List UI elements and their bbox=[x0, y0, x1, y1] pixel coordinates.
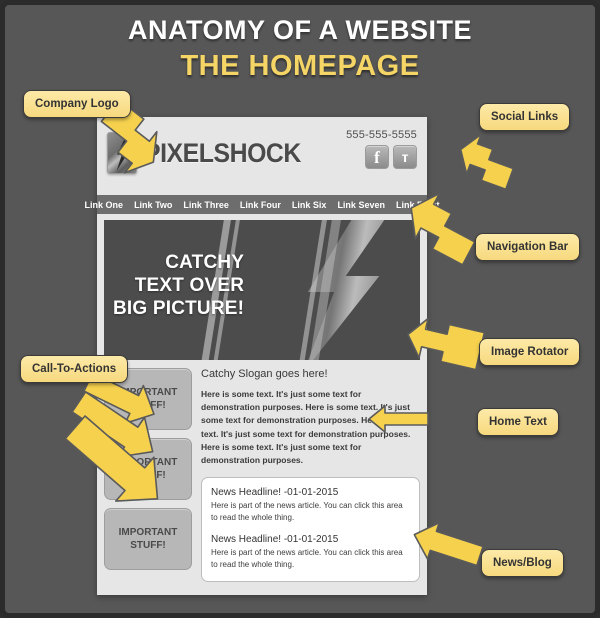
social-links-row: f т bbox=[346, 145, 417, 169]
arrow-navigation-bar bbox=[405, 192, 481, 266]
infographic-title: ANATOMY OF A WEBSITE THE HOMEPAGE bbox=[5, 15, 595, 84]
navigation-bar: Link One Link Two Link Three Link Four L… bbox=[85, 195, 439, 214]
callout-social-links[interactable]: Social Links bbox=[479, 103, 571, 131]
main-content-column: Catchy Slogan goes here! Here is some te… bbox=[201, 368, 420, 583]
callout-call-to-actions[interactable]: Call-To-Actions bbox=[20, 355, 129, 383]
hero-headline-line-1: CATCHY bbox=[165, 252, 245, 273]
facebook-icon[interactable]: f bbox=[365, 145, 389, 169]
phone-number: 555-555-5555 bbox=[346, 129, 417, 141]
image-rotator[interactable]: CATCHY TEXT OVER BIG PICTURE! bbox=[104, 220, 420, 360]
callout-news-blog[interactable]: News/Blog bbox=[481, 549, 564, 577]
news-excerpt: Here is part of the news article. You ca… bbox=[211, 548, 403, 570]
title-line-secondary: THE HOMEPAGE bbox=[180, 50, 420, 83]
callout-home-text[interactable]: Home Text bbox=[477, 408, 559, 436]
arrow-news-blog bbox=[395, 519, 485, 569]
hero-headline: CATCHY TEXT OVER BIG PICTURE! bbox=[113, 251, 244, 321]
arrow-home-text bbox=[351, 403, 431, 435]
nav-link-one[interactable]: Link One bbox=[85, 200, 124, 210]
news-blog-box: News Headline! -01-01-2015 Here is part … bbox=[201, 477, 420, 583]
hero-headline-line-2: TEXT OVER bbox=[134, 275, 245, 297]
logo-wordmark: PIXELSHOCK bbox=[144, 137, 301, 168]
news-item[interactable]: News Headline! -01-01-2015 Here is part … bbox=[211, 487, 410, 524]
twitter-icon[interactable]: т bbox=[393, 145, 417, 169]
callout-navigation-bar[interactable]: Navigation Bar bbox=[475, 233, 581, 261]
infographic-canvas: ANATOMY OF A WEBSITE THE HOMEPAGE PIXELS… bbox=[0, 0, 600, 618]
nav-link-six[interactable]: Link Six bbox=[292, 200, 327, 210]
nav-link-two[interactable]: Link Two bbox=[134, 200, 172, 210]
arrow-company-logo bbox=[93, 98, 163, 174]
arrow-social-links bbox=[457, 133, 517, 191]
arrow-image-rotator bbox=[405, 317, 486, 371]
callout-company-logo[interactable]: Company Logo bbox=[23, 90, 131, 118]
cta-box-3-label: IMPORTANT STUFF! bbox=[118, 527, 178, 551]
news-headline: News Headline! -01-01-2015 bbox=[211, 534, 339, 546]
catchy-slogan: Catchy Slogan goes here! bbox=[201, 368, 328, 380]
callout-image-rotator[interactable]: Image Rotator bbox=[479, 338, 581, 366]
arrow-cta-3 bbox=[57, 415, 187, 525]
nav-link-seven[interactable]: Link Seven bbox=[337, 200, 385, 210]
nav-link-four[interactable]: Link Four bbox=[240, 200, 281, 210]
title-line-primary: ANATOMY OF A WEBSITE bbox=[127, 15, 472, 45]
news-headline: News Headline! -01-01-2015 bbox=[211, 487, 339, 499]
news-excerpt: Here is part of the news article. You ca… bbox=[211, 501, 403, 523]
news-item[interactable]: News Headline! -01-01-2015 Here is part … bbox=[211, 534, 410, 571]
hero-headline-line-3: BIG PICTURE! bbox=[113, 298, 245, 320]
header-contact-block: 555-555-5555 f т bbox=[346, 129, 417, 169]
nav-link-three[interactable]: Link Three bbox=[183, 200, 229, 210]
